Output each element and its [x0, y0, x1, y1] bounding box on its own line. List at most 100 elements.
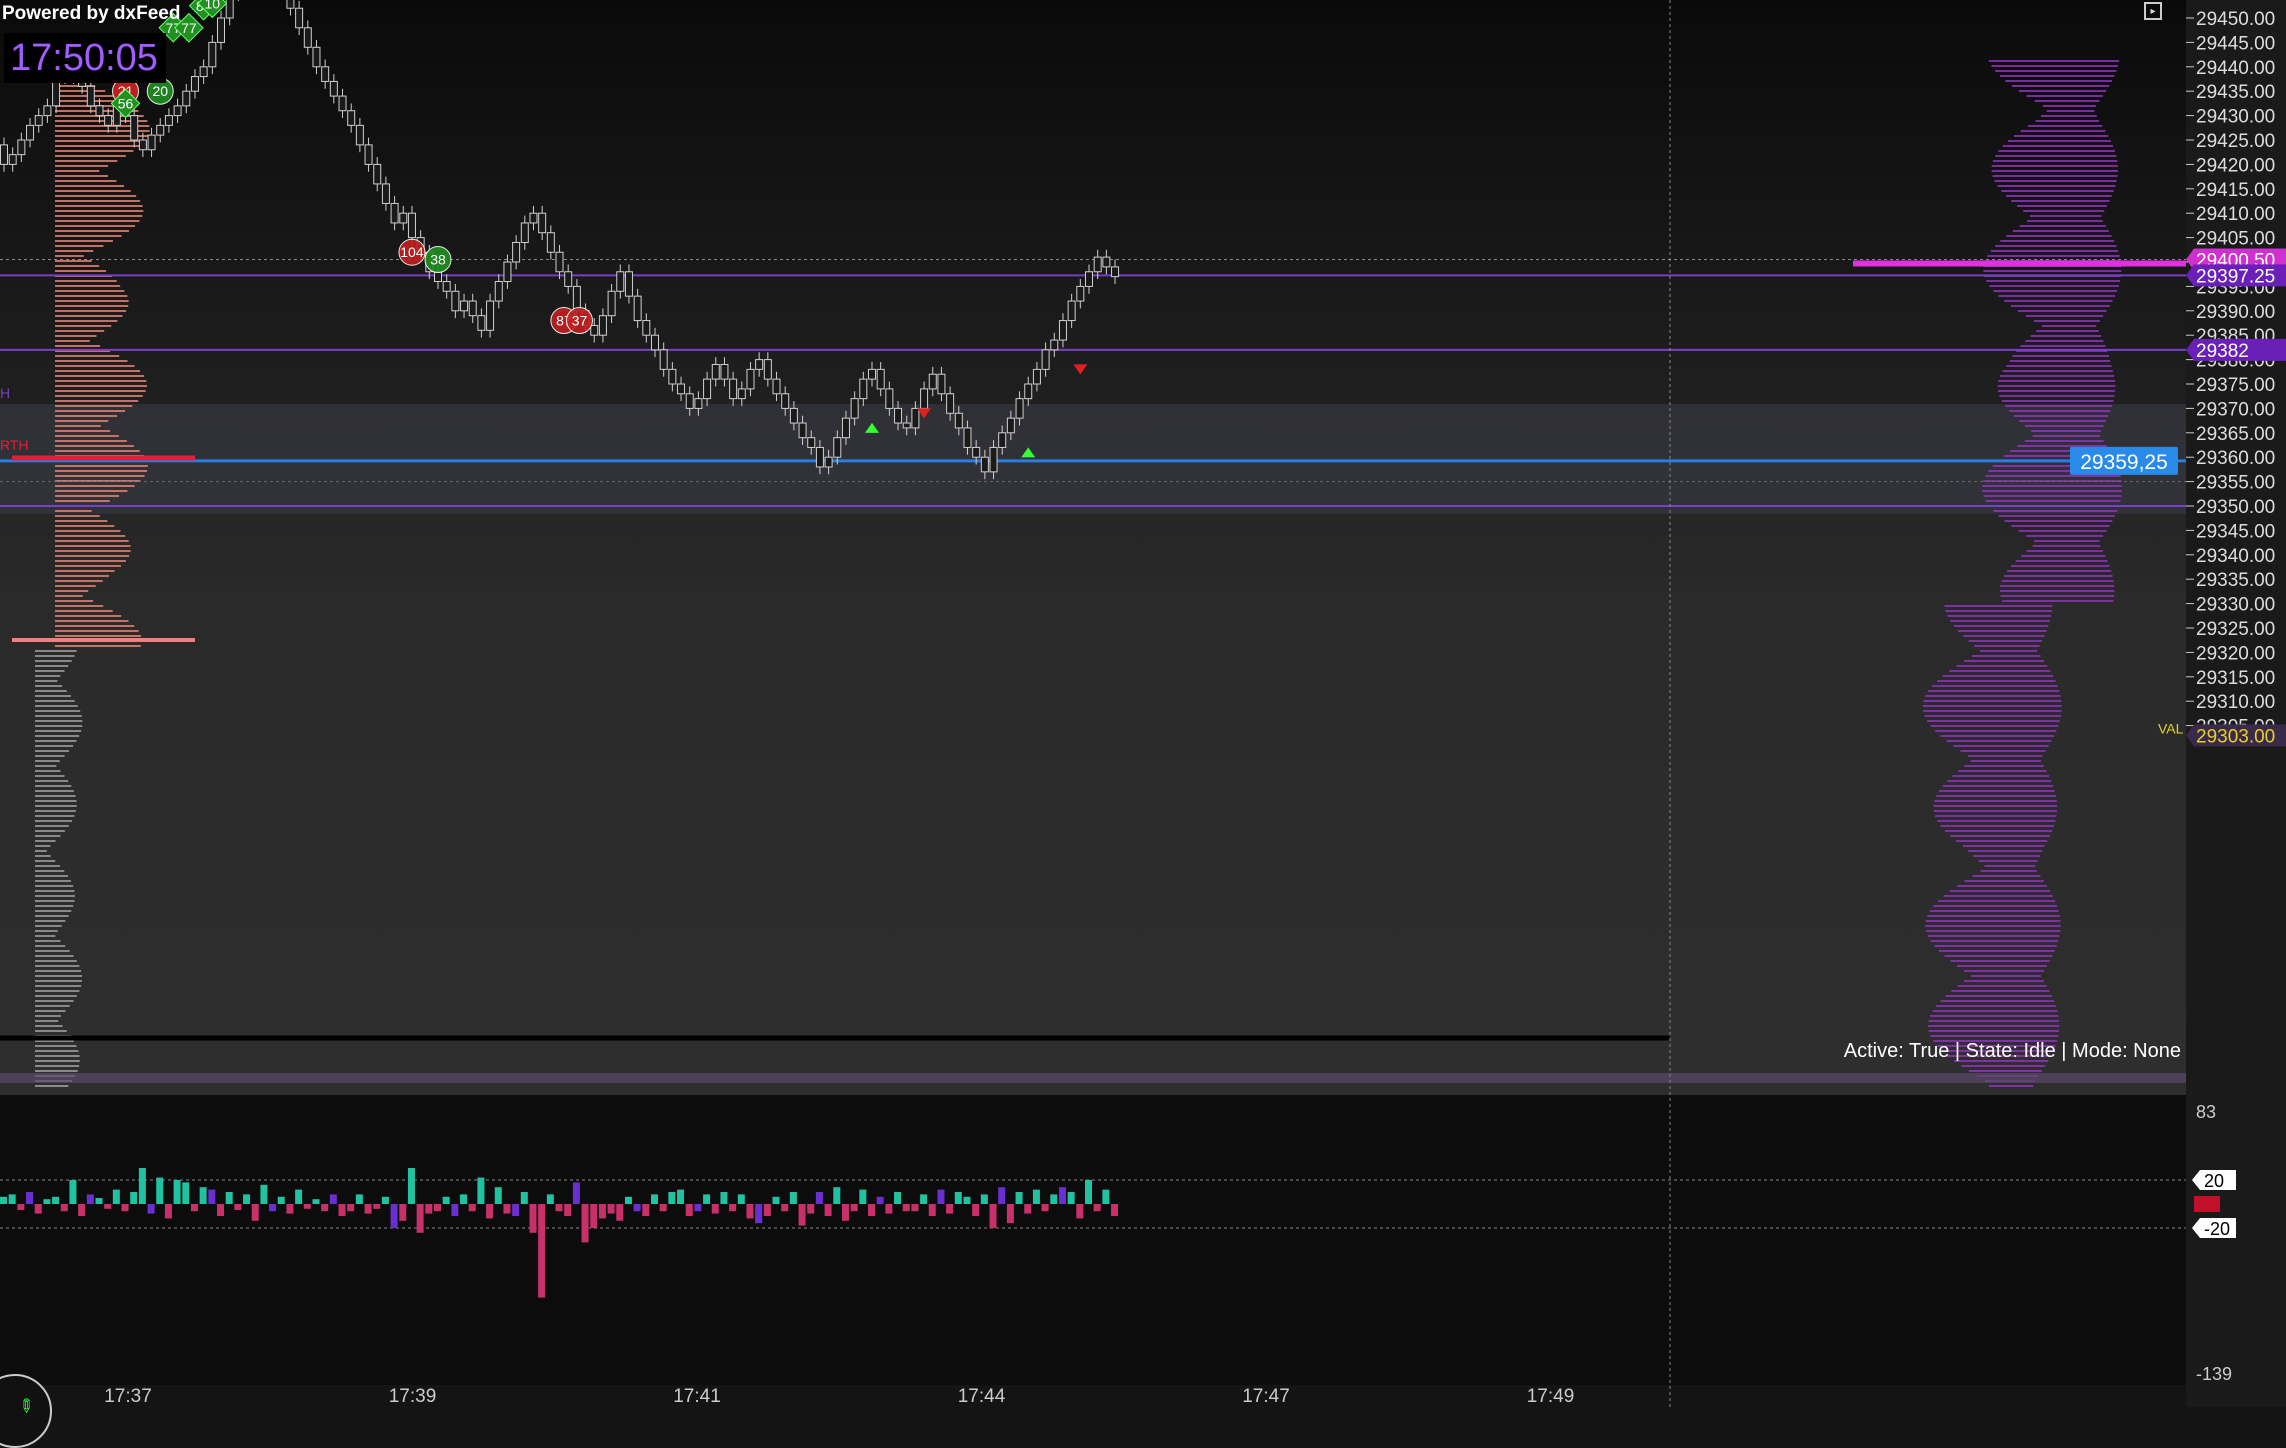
volume-bar [720, 1192, 728, 1204]
candle-body [130, 115, 139, 141]
candle-body [164, 115, 173, 126]
price-tick-label: 29365.00 [2196, 424, 2275, 445]
volume-bar [555, 1204, 563, 1212]
profile-bar-right [1928, 690, 2060, 692]
volume-bar [694, 1204, 702, 1212]
profile-bar-right [1927, 915, 2060, 917]
profile-bar-left [35, 885, 74, 887]
profile-bar-right [1967, 755, 2043, 757]
tag-label: 29359,25 [2080, 451, 2168, 474]
trading-chart[interactable]: HRTH 21562077778910104388737 29450.00294… [0, 0, 2286, 1407]
powered-by-label: Powered by dxFeed [2, 3, 181, 24]
profile-bar-left [35, 730, 82, 732]
profile-bar-right [1928, 1025, 2060, 1027]
profile-bar-right [1984, 865, 2036, 867]
profile-bar-right [1980, 870, 2037, 872]
candle-body [95, 105, 104, 117]
profile-bar-left [35, 985, 82, 987]
profile-bar-left [35, 755, 65, 757]
profile-bar-right [2019, 420, 2107, 422]
candle-body [668, 368, 677, 385]
profile-bar-left [35, 1065, 80, 1067]
time-tick-label: 17:44 [958, 1386, 1006, 1407]
profile-bar-left [55, 230, 129, 232]
profile-bar-right [1944, 605, 2053, 607]
price-axis-badge: 29303.00 [2186, 724, 2286, 747]
candle-body [1015, 398, 1024, 419]
price-axis-badge: 29397.25 [2186, 264, 2286, 287]
profile-bar-left [35, 660, 72, 662]
profile-bar-left [35, 745, 74, 747]
panel-toggle-button[interactable]: ▸ [2138, 0, 2168, 22]
volume-bar [381, 1196, 389, 1204]
volume-bar [668, 1192, 676, 1204]
delta-marker-red [2194, 1196, 2220, 1212]
volume-bar [225, 1192, 233, 1204]
profile-bar-right [1998, 390, 2116, 392]
volume-mark-badge: -20 [2192, 1218, 2236, 1239]
profile-bar-left [55, 565, 121, 567]
volume-bar [442, 1196, 450, 1204]
candle-body [1006, 417, 1015, 434]
candle-body [208, 41, 217, 68]
candle-body [763, 359, 772, 380]
volume-bar [407, 1168, 415, 1204]
profile-bar-left [55, 560, 126, 562]
volume-bar [104, 1204, 112, 1209]
profile-bar-right [1991, 170, 2118, 172]
volume-bar [17, 1204, 25, 1210]
candle-body [329, 80, 338, 97]
profile-bar-right [1940, 825, 2055, 827]
candle-body [8, 154, 17, 165]
candle-body [190, 76, 199, 92]
profile-bar-left [55, 345, 101, 347]
profile-bar-left [55, 355, 120, 357]
profile-bar-left [55, 210, 144, 212]
profile-bar-left [55, 245, 104, 247]
profile-bar-left [35, 935, 56, 937]
time-axis[interactable]: 17:37 17:39 17:41 17:44 17:47 17:49 [104, 1386, 1574, 1407]
volume-bar [1076, 1204, 1084, 1219]
profile-bar-right [1957, 965, 2047, 967]
profile-bar-left [35, 810, 76, 812]
profile-bar-right [1939, 950, 2055, 952]
candle-body [486, 300, 495, 331]
profile-bar-right [1991, 65, 2118, 67]
volume-bar [503, 1204, 511, 1214]
profile-bar-right [1927, 720, 2060, 722]
profile-bar-right [1986, 280, 2121, 282]
volume-bar [95, 1198, 103, 1204]
candle-body [954, 412, 963, 429]
profile-bar-right [1964, 980, 2044, 982]
profile-bar-right [1995, 245, 2117, 247]
price-tick-label: 29330.00 [2196, 595, 2275, 616]
price-tick-label: 29315.00 [2196, 668, 2275, 689]
volume-bar [199, 1187, 207, 1204]
profile-bar-left [35, 1070, 78, 1072]
profile-bar-left [35, 800, 77, 802]
candle-body [529, 212, 538, 224]
profile-bar-left [35, 695, 71, 697]
profile-bar-left [35, 980, 82, 982]
profile-bar-left [35, 1020, 59, 1022]
profile-bar-left [55, 465, 148, 467]
profile-bar-right [1998, 515, 2115, 517]
profile-bar-right [1936, 795, 2056, 797]
candle-body [199, 66, 208, 78]
volume-bar [624, 1196, 632, 1204]
profile-bar-left [55, 305, 129, 307]
panel-toggle-icon: ▸ [2144, 2, 2162, 20]
profile-bar-left [55, 195, 137, 197]
profile-bar-left [55, 500, 110, 502]
profile-bar-left [55, 310, 127, 312]
profile-bar-left [55, 380, 147, 382]
profile-bar-right [1974, 645, 2040, 647]
profile-bar-left [55, 600, 94, 602]
profile-bar-left [55, 525, 115, 527]
candle-body [407, 212, 416, 239]
h-label: H [0, 385, 10, 401]
volume-bar [911, 1204, 919, 1212]
volume-bar [642, 1204, 650, 1216]
profile-bar-right [2018, 310, 2107, 312]
volume-bar [1058, 1187, 1066, 1204]
